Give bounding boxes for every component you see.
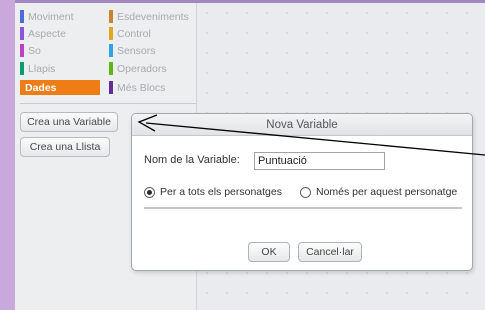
category-label: Aspecte — [28, 27, 66, 40]
category-aspecte[interactable]: Aspecte — [20, 26, 100, 41]
category-color-swatch — [109, 27, 113, 40]
category-sensors[interactable]: Sensors — [109, 43, 189, 58]
category-label: Sensors — [117, 44, 156, 57]
option-this-sprite[interactable]: Només per aquest personatge — [300, 186, 457, 198]
category-control[interactable]: Control — [109, 26, 189, 41]
palette-divider — [20, 103, 196, 104]
category-esdeveniments[interactable]: Esdeveniments — [109, 9, 197, 24]
category-moviment[interactable]: Moviment — [20, 9, 100, 24]
category-label: Més Blocs — [117, 81, 166, 94]
category-color-swatch — [20, 62, 24, 75]
category-dades[interactable]: Dades — [20, 80, 100, 95]
category-color-swatch — [109, 62, 113, 75]
dialog-titlebar[interactable]: Nova Variable — [132, 114, 472, 136]
category-label: Llapis — [28, 62, 56, 75]
category-color-swatch — [20, 10, 24, 23]
category-so[interactable]: So — [20, 43, 100, 58]
category-label: Control — [117, 27, 151, 40]
cancel-button[interactable]: Cancel·lar — [298, 242, 362, 262]
category-color-swatch — [109, 10, 113, 23]
make-variable-button[interactable]: Crea una Variable — [20, 112, 118, 132]
category-label: Dades — [25, 81, 57, 94]
variable-name-input[interactable] — [254, 152, 385, 170]
new-variable-dialog: Nova Variable Nom de la Variable: Per a … — [131, 113, 473, 271]
category-label: Operadors — [117, 62, 167, 75]
ok-button[interactable]: OK — [248, 242, 290, 262]
category-label: So — [28, 44, 41, 57]
window-left-border — [0, 0, 15, 310]
category-label: Esdeveniments — [117, 10, 189, 23]
make-list-button[interactable]: Crea una Llista — [20, 137, 110, 157]
category-mes-blocs[interactable]: Més Blocs — [109, 80, 189, 95]
category-operadors[interactable]: Operadors — [109, 61, 189, 76]
category-label: Moviment — [28, 10, 74, 23]
radio-unselected-icon[interactable] — [300, 186, 311, 198]
option-this-sprite-label: Només per aquest personatge — [316, 186, 458, 198]
category-color-swatch — [109, 44, 113, 57]
dialog-divider — [144, 207, 462, 209]
category-color-swatch — [20, 27, 24, 40]
category-llapis[interactable]: Llapis — [20, 61, 100, 76]
dialog-title: Nova Variable — [266, 118, 338, 131]
variable-name-label: Nom de la Variable: — [144, 154, 240, 166]
radio-selected-icon[interactable] — [144, 186, 155, 198]
option-all-sprites-label: Per a tots els personatges — [160, 186, 282, 198]
option-all-sprites[interactable]: Per a tots els personatges — [144, 186, 282, 198]
category-color-swatch — [20, 44, 24, 57]
category-color-swatch — [109, 81, 113, 94]
